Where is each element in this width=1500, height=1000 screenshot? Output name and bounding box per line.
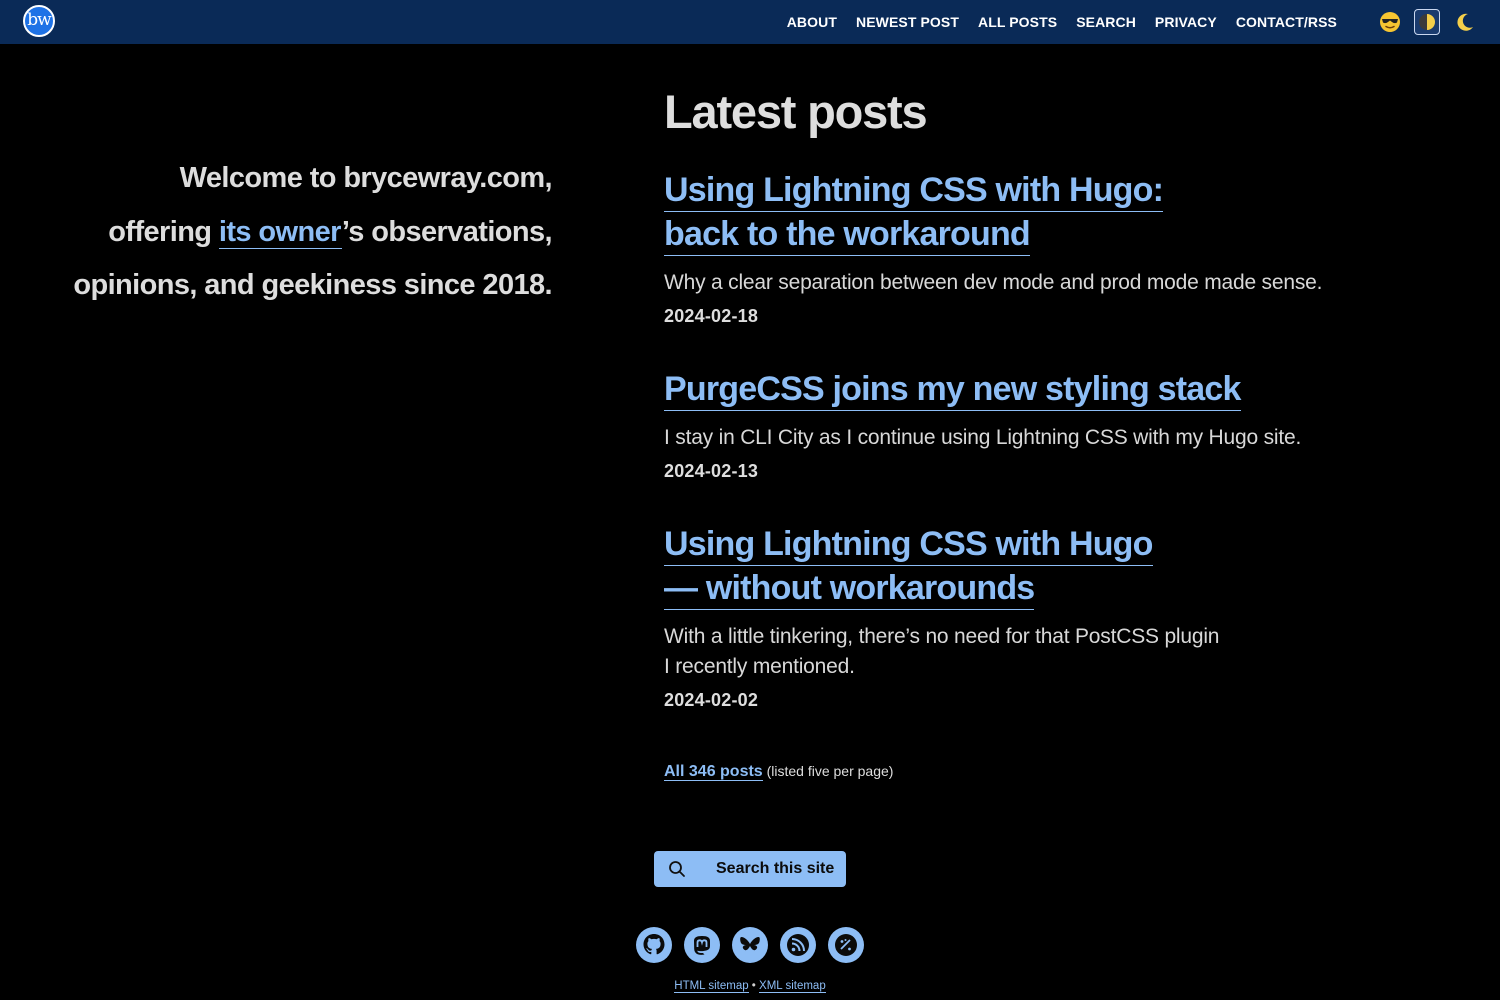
search-button-label: Search this site — [716, 860, 835, 877]
search-site-button[interactable]: Search this site — [654, 851, 846, 887]
nav-search[interactable]: SEARCH — [1076, 14, 1136, 30]
post-title-link[interactable]: PurgeCSS joins my new styling stack — [664, 367, 1424, 411]
post-item: PurgeCSS joins my new styling stack I st… — [664, 367, 1424, 482]
post-description: I stay in CLI City as I continue using L… — [664, 426, 1302, 449]
nav-privacy[interactable]: PRIVACY — [1155, 14, 1217, 30]
post-date: 2024-02-18 — [664, 306, 759, 326]
satellite-icon — [835, 934, 857, 956]
all-posts-line: All 346 posts (listed five per page) — [664, 763, 893, 781]
half-moon-icon — [1419, 14, 1435, 30]
sitemap-links: HTML sitemap • XML sitemap — [0, 980, 1500, 993]
github-link[interactable] — [636, 927, 672, 963]
satellite-link[interactable] — [828, 927, 864, 963]
github-icon — [643, 934, 665, 955]
light-mode-button[interactable] — [1377, 9, 1403, 35]
post-date: 2024-02-13 — [664, 461, 759, 481]
crescent-moon-icon — [1457, 13, 1473, 31]
main-menu: ABOUT NEWEST POST ALL POSTS SEARCH PRIVA… — [787, 0, 1337, 44]
intro-text: offering — [108, 215, 219, 248]
all-posts-note: (listed five per page) — [762, 763, 894, 779]
intro-line-3: opinions, and geekiness since 2018. — [73, 269, 552, 301]
html-sitemap-link[interactable]: HTML sitemap — [674, 980, 749, 993]
search-icon — [669, 861, 685, 877]
mastodon-icon — [694, 936, 710, 955]
top-nav: bw ABOUT NEWEST POST ALL POSTS SEARCH PR… — [0, 0, 1500, 44]
post-title-line: PurgeCSS joins my new styling stack — [664, 368, 1241, 411]
auto-mode-button[interactable] — [1414, 9, 1440, 35]
bluesky-link[interactable] — [732, 927, 768, 963]
its-owner-link[interactable]: its owner — [218, 215, 342, 249]
mastodon-link[interactable] — [684, 927, 720, 963]
xml-sitemap-link[interactable]: XML sitemap — [759, 980, 826, 993]
nav-newest-post[interactable]: NEWEST POST — [856, 14, 959, 30]
intro-line-2: offering its owner’s observations, — [32, 206, 553, 260]
nav-about[interactable]: ABOUT — [787, 14, 837, 30]
nav-all-posts[interactable]: ALL POSTS — [978, 14, 1057, 30]
post-title-line: back to the workaround — [664, 213, 1031, 256]
rss-link[interactable] — [780, 927, 816, 963]
site-logo[interactable]: bw — [23, 5, 55, 37]
sitemap-separator: • — [748, 980, 760, 992]
intro-text: ’s observations, — [341, 215, 553, 248]
nav-contact-rss[interactable]: CONTACT/RSS — [1236, 14, 1337, 30]
post-description: With a little tinkering, there’s no need… — [664, 622, 1424, 682]
all-posts-link[interactable]: All 346 posts — [664, 763, 763, 781]
post-title-line: — without workarounds — [664, 567, 1035, 610]
post-description-line: With a little tinkering, there’s no need… — [664, 625, 1220, 648]
post-date: 2024-02-02 — [664, 690, 759, 710]
dark-mode-button[interactable] — [1452, 9, 1478, 35]
post-description: Why a clear separation between dev mode … — [664, 271, 1323, 294]
post-item: Using Lightning CSS with Hugo: back to t… — [664, 168, 1424, 327]
intro-line-1: Welcome to brycewray.com, — [179, 162, 553, 194]
post-title-line: Using Lightning CSS with Hugo: — [664, 169, 1164, 212]
rss-icon — [787, 934, 809, 956]
post-item: Using Lightning CSS with Hugo — without … — [664, 522, 1424, 711]
site-intro: Welcome to brycewray.com, offering its o… — [32, 152, 552, 313]
post-description-line: I recently mentioned. — [664, 655, 855, 678]
post-title-link[interactable]: Using Lightning CSS with Hugo: back to t… — [664, 168, 1424, 256]
post-title-line: Using Lightning CSS with Hugo — [664, 523, 1153, 566]
bluesky-icon — [740, 937, 760, 951]
page-title: Latest posts — [664, 85, 928, 138]
sunglasses-icon — [1380, 12, 1400, 32]
post-title-link[interactable]: Using Lightning CSS with Hugo — without … — [664, 522, 1424, 610]
social-links — [636, 927, 864, 963]
